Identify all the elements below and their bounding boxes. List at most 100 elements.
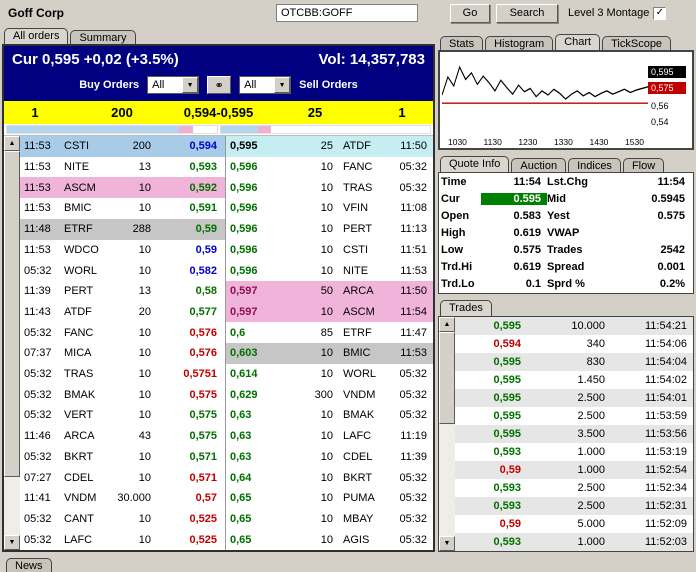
scroll-up-button[interactable]: ▲	[4, 136, 20, 151]
bid-side[interactable]: 11:43 ATDF 20 0,577	[20, 302, 225, 323]
ask-side[interactable]: 0,63 10 CDEL 11:39	[225, 447, 433, 468]
quote-tab[interactable]: Flow	[623, 158, 664, 172]
ask-side[interactable]: 0,64 10 BKRT 05:32	[225, 467, 433, 488]
order-row[interactable]: 05:32 LAFC 10 0,525 0,65 10 AGIS 05:32	[20, 529, 433, 550]
order-row[interactable]: 05:32 CANT 10 0,525 0,65 10 MBAY 05:32	[20, 509, 433, 530]
order-row[interactable]: 05:32 TRAS 10 0,5751 0,614 10 WORL 05:32	[20, 364, 433, 385]
order-row[interactable]: 05:32 BKRT 10 0,571 0,63 10 CDEL 11:39	[20, 447, 433, 468]
bid-side[interactable]: 05:32 TRAS 10 0,5751	[20, 364, 225, 385]
order-row[interactable]: 11:48 ETRF 288 0,59 0,596 10 PERT 11:13	[20, 219, 433, 240]
bid-side[interactable]: 11:53 CSTI 200 0,594	[20, 136, 225, 157]
order-row[interactable]: 05:32 VERT 10 0,575 0,63 10 BMAK 05:32	[20, 405, 433, 426]
ask-side[interactable]: 0,595 25 ATDF 11:50	[225, 136, 433, 157]
ask-side[interactable]: 0,603 10 BMIC 11:53	[225, 343, 433, 364]
trade-row[interactable]: 0,595 830 11:54:04	[455, 353, 693, 371]
ask-side[interactable]: 0,65 10 AGIS 05:32	[225, 529, 433, 550]
trade-row[interactable]: 0,594 340 11:54:06	[455, 335, 693, 353]
bid-side[interactable]: 11:46 ARCA 43 0,575	[20, 426, 225, 447]
scroll-down-button[interactable]: ▼	[439, 536, 455, 551]
trade-row[interactable]: 0,595 2.500 11:54:01	[455, 389, 693, 407]
chart-tab[interactable]: Histogram	[485, 36, 553, 50]
orders-scrollbar-thumb[interactable]	[4, 151, 20, 477]
quote-tab[interactable]: Quote Info	[440, 156, 509, 172]
trade-row[interactable]: 0,595 1.450 11:54:02	[455, 371, 693, 389]
order-row[interactable]: 05:32 FANC 10 0,576 0,6 85 ETRF 11:47	[20, 322, 433, 343]
bid-side[interactable]: 07:37 MICA 10 0,576	[20, 343, 225, 364]
trades-scrollbar[interactable]: ▲ ▼	[439, 317, 455, 551]
news-tab[interactable]: News	[6, 558, 52, 572]
order-row[interactable]: 11:43 ATDF 20 0,577 0,597 10 ASCM 11:54	[20, 302, 433, 323]
trades-tab[interactable]: Trades	[440, 300, 492, 316]
ask-side[interactable]: 0,629 300 VNDM 05:32	[225, 384, 433, 405]
trade-row[interactable]: 0,593 1.000 11:52:03	[455, 533, 693, 551]
trade-row[interactable]: 0,595 10.000 11:54:21	[455, 317, 693, 335]
ask-side[interactable]: 0,596 10 TRAS 05:32	[225, 177, 433, 198]
bid-side[interactable]: 11:53 ASCM 10 0,592	[20, 177, 225, 198]
ask-side[interactable]: 0,63 10 LAFC 11:19	[225, 426, 433, 447]
bid-side[interactable]: 05:32 FANC 10 0,576	[20, 322, 225, 343]
order-row[interactable]: 07:37 MICA 10 0,576 0,603 10 BMIC 11:53	[20, 343, 433, 364]
order-row[interactable]: 07:27 CDEL 10 0,571 0,64 10 BKRT 05:32	[20, 467, 433, 488]
ask-side[interactable]: 0,596 10 NITE 11:53	[225, 260, 433, 281]
bid-side[interactable]: 11:53 BMIC 10 0,591	[20, 198, 225, 219]
ask-side[interactable]: 0,596 10 PERT 11:13	[225, 219, 433, 240]
orders-scrollbar-track[interactable]	[4, 151, 20, 535]
orders-scrollbar[interactable]: ▲ ▼	[4, 136, 20, 550]
bid-side[interactable]: 11:53 NITE 13 0,593	[20, 157, 225, 178]
search-button[interactable]: Search	[496, 4, 558, 23]
bid-side[interactable]: 05:32 CANT 10 0,525	[20, 509, 225, 530]
sell-filter-select[interactable]: All ▼	[239, 76, 291, 94]
bid-side[interactable]: 11:41 VNDM 30.000 0,57	[20, 488, 225, 509]
quote-tab[interactable]: Auction	[511, 158, 566, 172]
ask-side[interactable]: 0,65 10 MBAY 05:32	[225, 509, 433, 530]
chart-tab[interactable]: Stats	[440, 36, 483, 50]
order-row[interactable]: 11:53 NITE 13 0,593 0,596 10 FANC 05:32	[20, 157, 433, 178]
chart-tab[interactable]: TickScope	[602, 36, 671, 50]
ask-side[interactable]: 0,596 10 CSTI 11:51	[225, 240, 433, 261]
scroll-up-button[interactable]: ▲	[439, 317, 455, 332]
order-row[interactable]: 11:53 BMIC 10 0,591 0,596 10 VFIN 11:08	[20, 198, 433, 219]
ask-side[interactable]: 0,596 10 FANC 05:32	[225, 157, 433, 178]
trade-row[interactable]: 0,59 1.000 11:52:54	[455, 461, 693, 479]
bid-side[interactable]: 07:27 CDEL 10 0,571	[20, 467, 225, 488]
bid-side[interactable]: 11:48 ETRF 288 0,59	[20, 219, 225, 240]
bid-side[interactable]: 05:32 WORL 10 0,582	[20, 260, 225, 281]
go-button[interactable]: Go	[450, 4, 490, 23]
ask-side[interactable]: 0,596 10 VFIN 11:08	[225, 198, 433, 219]
ask-side[interactable]: 0,597 10 ASCM 11:54	[225, 302, 433, 323]
trade-row[interactable]: 0,593 2.500 11:52:31	[455, 497, 693, 515]
trades-scrollbar-thumb[interactable]	[439, 332, 455, 424]
order-row[interactable]: 11:41 VNDM 30.000 0,57 0,65 10 PUMA 05:3…	[20, 488, 433, 509]
chevron-down-icon[interactable]: ▼	[182, 77, 198, 93]
bid-side[interactable]: 11:53 WDCO 10 0,59	[20, 240, 225, 261]
orders-tab[interactable]: All orders	[4, 28, 68, 44]
bid-side[interactable]: 05:32 LAFC 10 0,525	[20, 529, 225, 550]
order-row[interactable]: 11:53 WDCO 10 0,59 0,596 10 CSTI 11:51	[20, 240, 433, 261]
order-row[interactable]: 05:32 WORL 10 0,582 0,596 10 NITE 11:53	[20, 260, 433, 281]
order-row[interactable]: 11:53 ASCM 10 0,592 0,596 10 TRAS 05:32	[20, 177, 433, 198]
chevron-down-icon[interactable]: ▼	[274, 77, 290, 93]
quote-tab[interactable]: Indices	[568, 158, 621, 172]
ask-side[interactable]: 0,63 10 BMAK 05:32	[225, 405, 433, 426]
trade-row[interactable]: 0,593 1.000 11:53:19	[455, 443, 693, 461]
trade-row[interactable]: 0,59 5.000 11:52:09	[455, 515, 693, 533]
order-row[interactable]: 05:32 BMAK 10 0,575 0,629 300 VNDM 05:32	[20, 384, 433, 405]
ask-side[interactable]: 0,65 10 PUMA 05:32	[225, 488, 433, 509]
trade-row[interactable]: 0,595 3.500 11:53:56	[455, 425, 693, 443]
ask-side[interactable]: 0,6 85 ETRF 11:47	[225, 322, 433, 343]
trade-row[interactable]: 0,595 2.500 11:53:59	[455, 407, 693, 425]
level3-montage-checkbox[interactable]: ✓	[653, 7, 666, 20]
order-row[interactable]: 11:39 PERT 13 0,58 0,597 50 ARCA 11:50	[20, 281, 433, 302]
orders-tab[interactable]: Summary	[70, 30, 135, 44]
bid-side[interactable]: 05:32 BMAK 10 0,575	[20, 384, 225, 405]
link-orders-button[interactable]: ⚭	[207, 76, 231, 94]
buy-filter-select[interactable]: All ▼	[147, 76, 199, 94]
bid-side[interactable]: 11:39 PERT 13 0,58	[20, 281, 225, 302]
chart-tab[interactable]: Chart	[555, 34, 600, 50]
order-row[interactable]: 11:46 ARCA 43 0,575 0,63 10 LAFC 11:19	[20, 426, 433, 447]
bid-side[interactable]: 05:32 BKRT 10 0,571	[20, 447, 225, 468]
ask-side[interactable]: 0,597 50 ARCA 11:50	[225, 281, 433, 302]
bid-side[interactable]: 05:32 VERT 10 0,575	[20, 405, 225, 426]
ask-side[interactable]: 0,614 10 WORL 05:32	[225, 364, 433, 385]
scroll-down-button[interactable]: ▼	[4, 535, 20, 550]
